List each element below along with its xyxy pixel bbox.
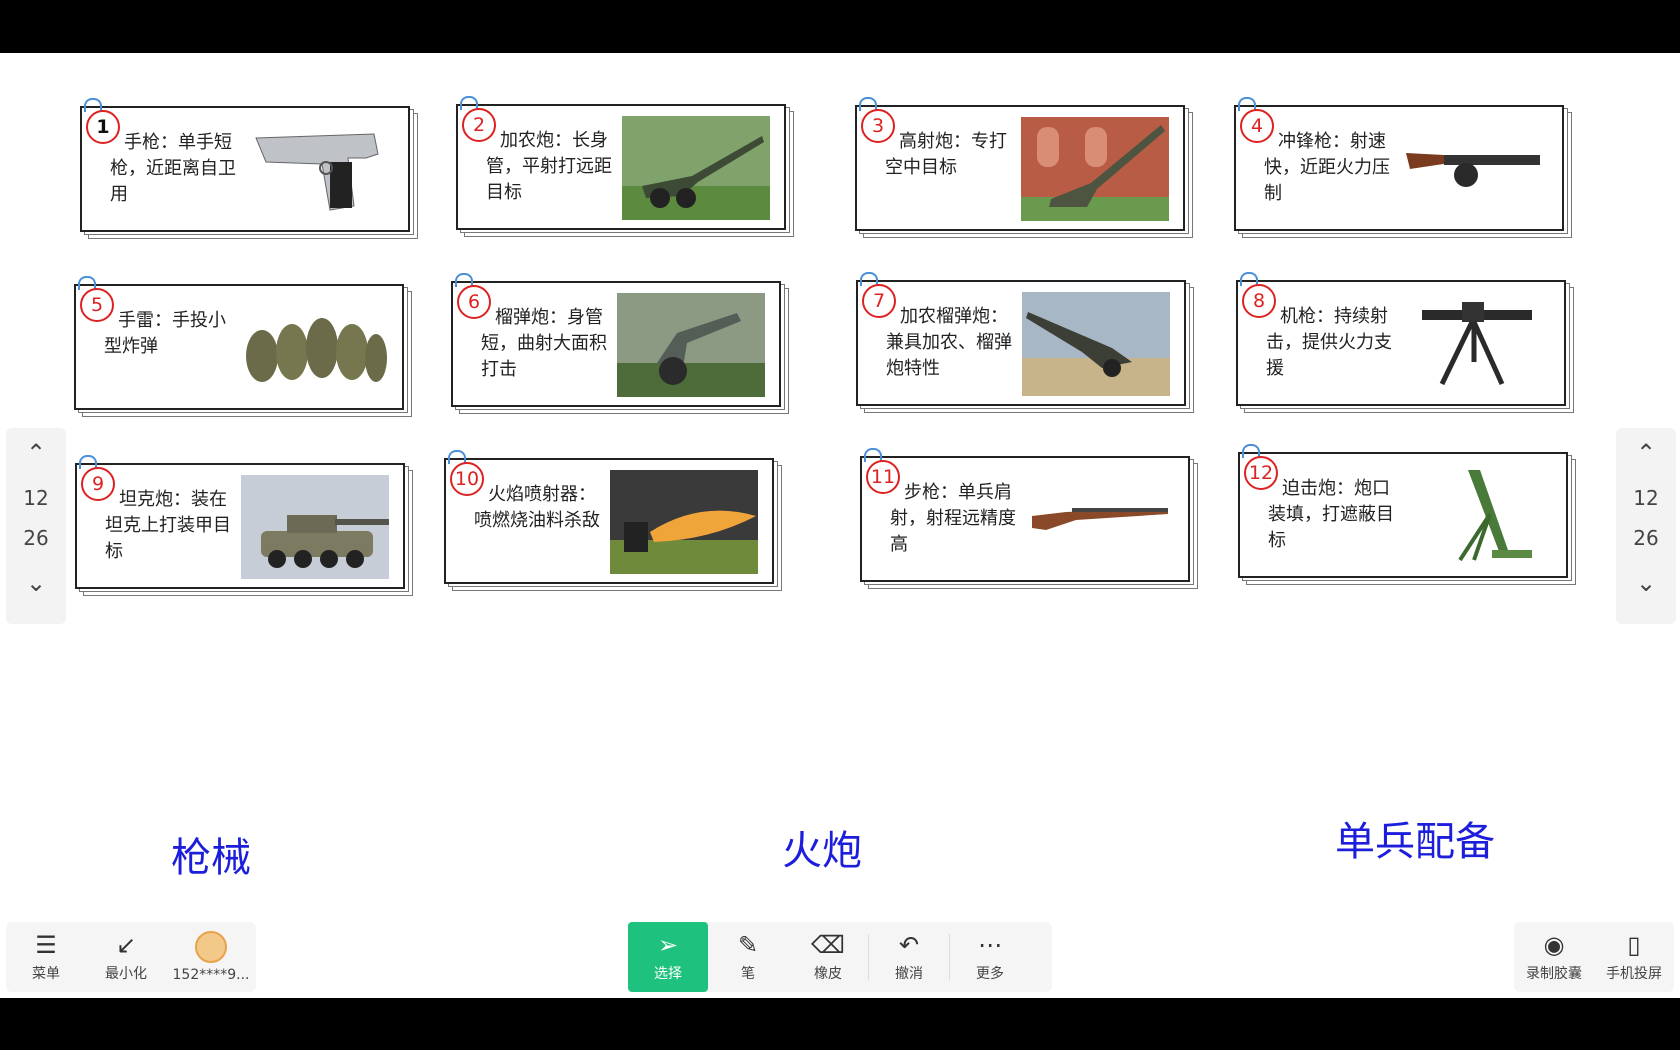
card-text: 迫击炮：炮口装填，打遮蔽目标	[1268, 478, 1394, 551]
card-text: 加农榴弹炮：兼具加农、榴弹炮特性	[886, 306, 1012, 379]
toolbar-right: ◉ 录制胶囊 ▯ 手机投屏	[1514, 922, 1674, 992]
card-text: 火焰喷射器：喷燃烧油料杀敌	[474, 484, 600, 531]
card-1[interactable]: 1 手枪：单手短枪，近距离自卫用	[80, 98, 418, 239]
card-7[interactable]: 7 加农榴弹炮：兼具加农、榴弹炮特性	[856, 272, 1194, 413]
card-text: 机枪：持续射击，提供火力支援	[1266, 306, 1392, 379]
page-navigator-right: ⌃ 12 26 ⌄	[1616, 428, 1676, 624]
card-5[interactable]: 5 手雷：手投小型炸弹	[74, 276, 412, 417]
card-10[interactable]: 10 火焰喷射器：喷燃烧油料杀敌	[444, 450, 782, 591]
card-8[interactable]: 8 机枪：持续射击，提供火力支援	[1236, 272, 1574, 413]
gun-howitzer-image	[1022, 292, 1170, 396]
undo-button[interactable]: ↶ 撤消	[869, 922, 949, 992]
grenades-image	[246, 318, 387, 382]
machine-gun-image	[1422, 302, 1532, 386]
category-infantry: 单兵配备	[1335, 819, 1495, 865]
user-profile-button[interactable]: 152****9...	[166, 922, 256, 992]
card-9[interactable]: 9 坦克炮：装在坦克上打装甲目标	[75, 455, 413, 596]
undo-icon: ↶	[898, 931, 920, 959]
chevron-down-icon[interactable]: ⌄	[6, 558, 66, 608]
card-text: 手枪：单手短枪，近距离自卫用	[110, 132, 236, 205]
card-text: 榴弹炮：身管短，曲射大面积打击	[481, 307, 607, 380]
flamethrower-image	[610, 470, 758, 574]
card-text: 高射炮：专打空中目标	[885, 131, 1007, 178]
record-icon: ◉	[1543, 931, 1565, 959]
card-4[interactable]: 4 冲锋枪：射速快，近距火力压制	[1234, 97, 1572, 238]
card-text: 手雷：手投小型炸弹	[104, 310, 226, 357]
pistol-image	[255, 133, 379, 211]
more-icon: ⋯	[978, 931, 1002, 959]
phone-icon: ▯	[1627, 931, 1641, 959]
menu-button[interactable]: ☰ 菜单	[6, 922, 86, 992]
total-pages: 26	[23, 526, 49, 550]
minimize-icon: ↙	[115, 931, 137, 959]
card-text: 坦克炮：装在坦克上打装甲目标	[105, 489, 231, 562]
pen-tool-button[interactable]: ✎ 笔	[708, 922, 788, 992]
toolbar-tools: ➢ 选择 ✎ 笔 ⌫ 橡皮 ↶ 撤消 ⋯ 更多	[628, 922, 1052, 992]
cannon-image	[622, 116, 770, 220]
card-text: 加农炮：长身管，平射打远距目标	[486, 130, 612, 203]
eraser-tool-button[interactable]: ⌫ 橡皮	[788, 922, 868, 992]
more-button[interactable]: ⋯ 更多	[950, 922, 1030, 992]
card-12[interactable]: 12 迫击炮：炮口装填，打遮蔽目标	[1238, 444, 1576, 585]
howitzer-image	[617, 293, 765, 397]
whiteboard-canvas[interactable]: 1 手枪：单手短枪，近距离自卫用 2 加农炮：长身管，平射打远距目标 3 高射炮…	[0, 53, 1680, 998]
card-6[interactable]: 6 榴弹炮：身管短，曲射大面积打击	[451, 273, 789, 414]
toolbar-left: ☰ 菜单 ↙ 最小化 152****9...	[6, 922, 256, 992]
submachine-gun-image	[1406, 153, 1540, 187]
hamburger-icon: ☰	[35, 931, 57, 959]
category-guns: 枪械	[171, 835, 251, 881]
current-page: 12	[23, 486, 49, 510]
card-3[interactable]: 3 高射炮：专打空中目标	[855, 97, 1193, 238]
rifle-image	[1032, 508, 1168, 530]
pen-icon: ✎	[737, 931, 759, 959]
tank-gun-image	[241, 475, 389, 579]
category-artillery: 火炮	[782, 828, 862, 874]
chevron-up-icon[interactable]: ⌃	[1616, 428, 1676, 478]
select-tool-button[interactable]: ➢ 选择	[628, 922, 708, 992]
chevron-down-icon[interactable]: ⌄	[1616, 558, 1676, 608]
card-text: 步枪：单兵肩射，射程远精度高	[890, 482, 1016, 555]
total-pages: 26	[1633, 526, 1659, 550]
record-capsule-button[interactable]: ◉ 录制胶囊	[1514, 922, 1594, 992]
current-page: 12	[1633, 486, 1659, 510]
card-text: 冲锋枪：射速快，近距火力压制	[1264, 131, 1390, 204]
minimize-button[interactable]: ↙ 最小化	[86, 922, 166, 992]
cursor-icon: ➢	[657, 931, 679, 959]
eraser-icon: ⌫	[811, 931, 845, 959]
anti-aircraft-gun-image	[1021, 117, 1169, 221]
phone-cast-button[interactable]: ▯ 手机投屏	[1594, 922, 1674, 992]
card-11[interactable]: 11 步枪：单兵肩射，射程远精度高	[860, 448, 1198, 589]
card-2[interactable]: 2 加农炮：长身管，平射打远距目标	[456, 96, 794, 237]
page-navigator-left: ⌃ 12 26 ⌄	[6, 428, 66, 624]
mortar-image	[1458, 470, 1532, 562]
avatar	[195, 931, 227, 963]
chevron-up-icon[interactable]: ⌃	[6, 428, 66, 478]
